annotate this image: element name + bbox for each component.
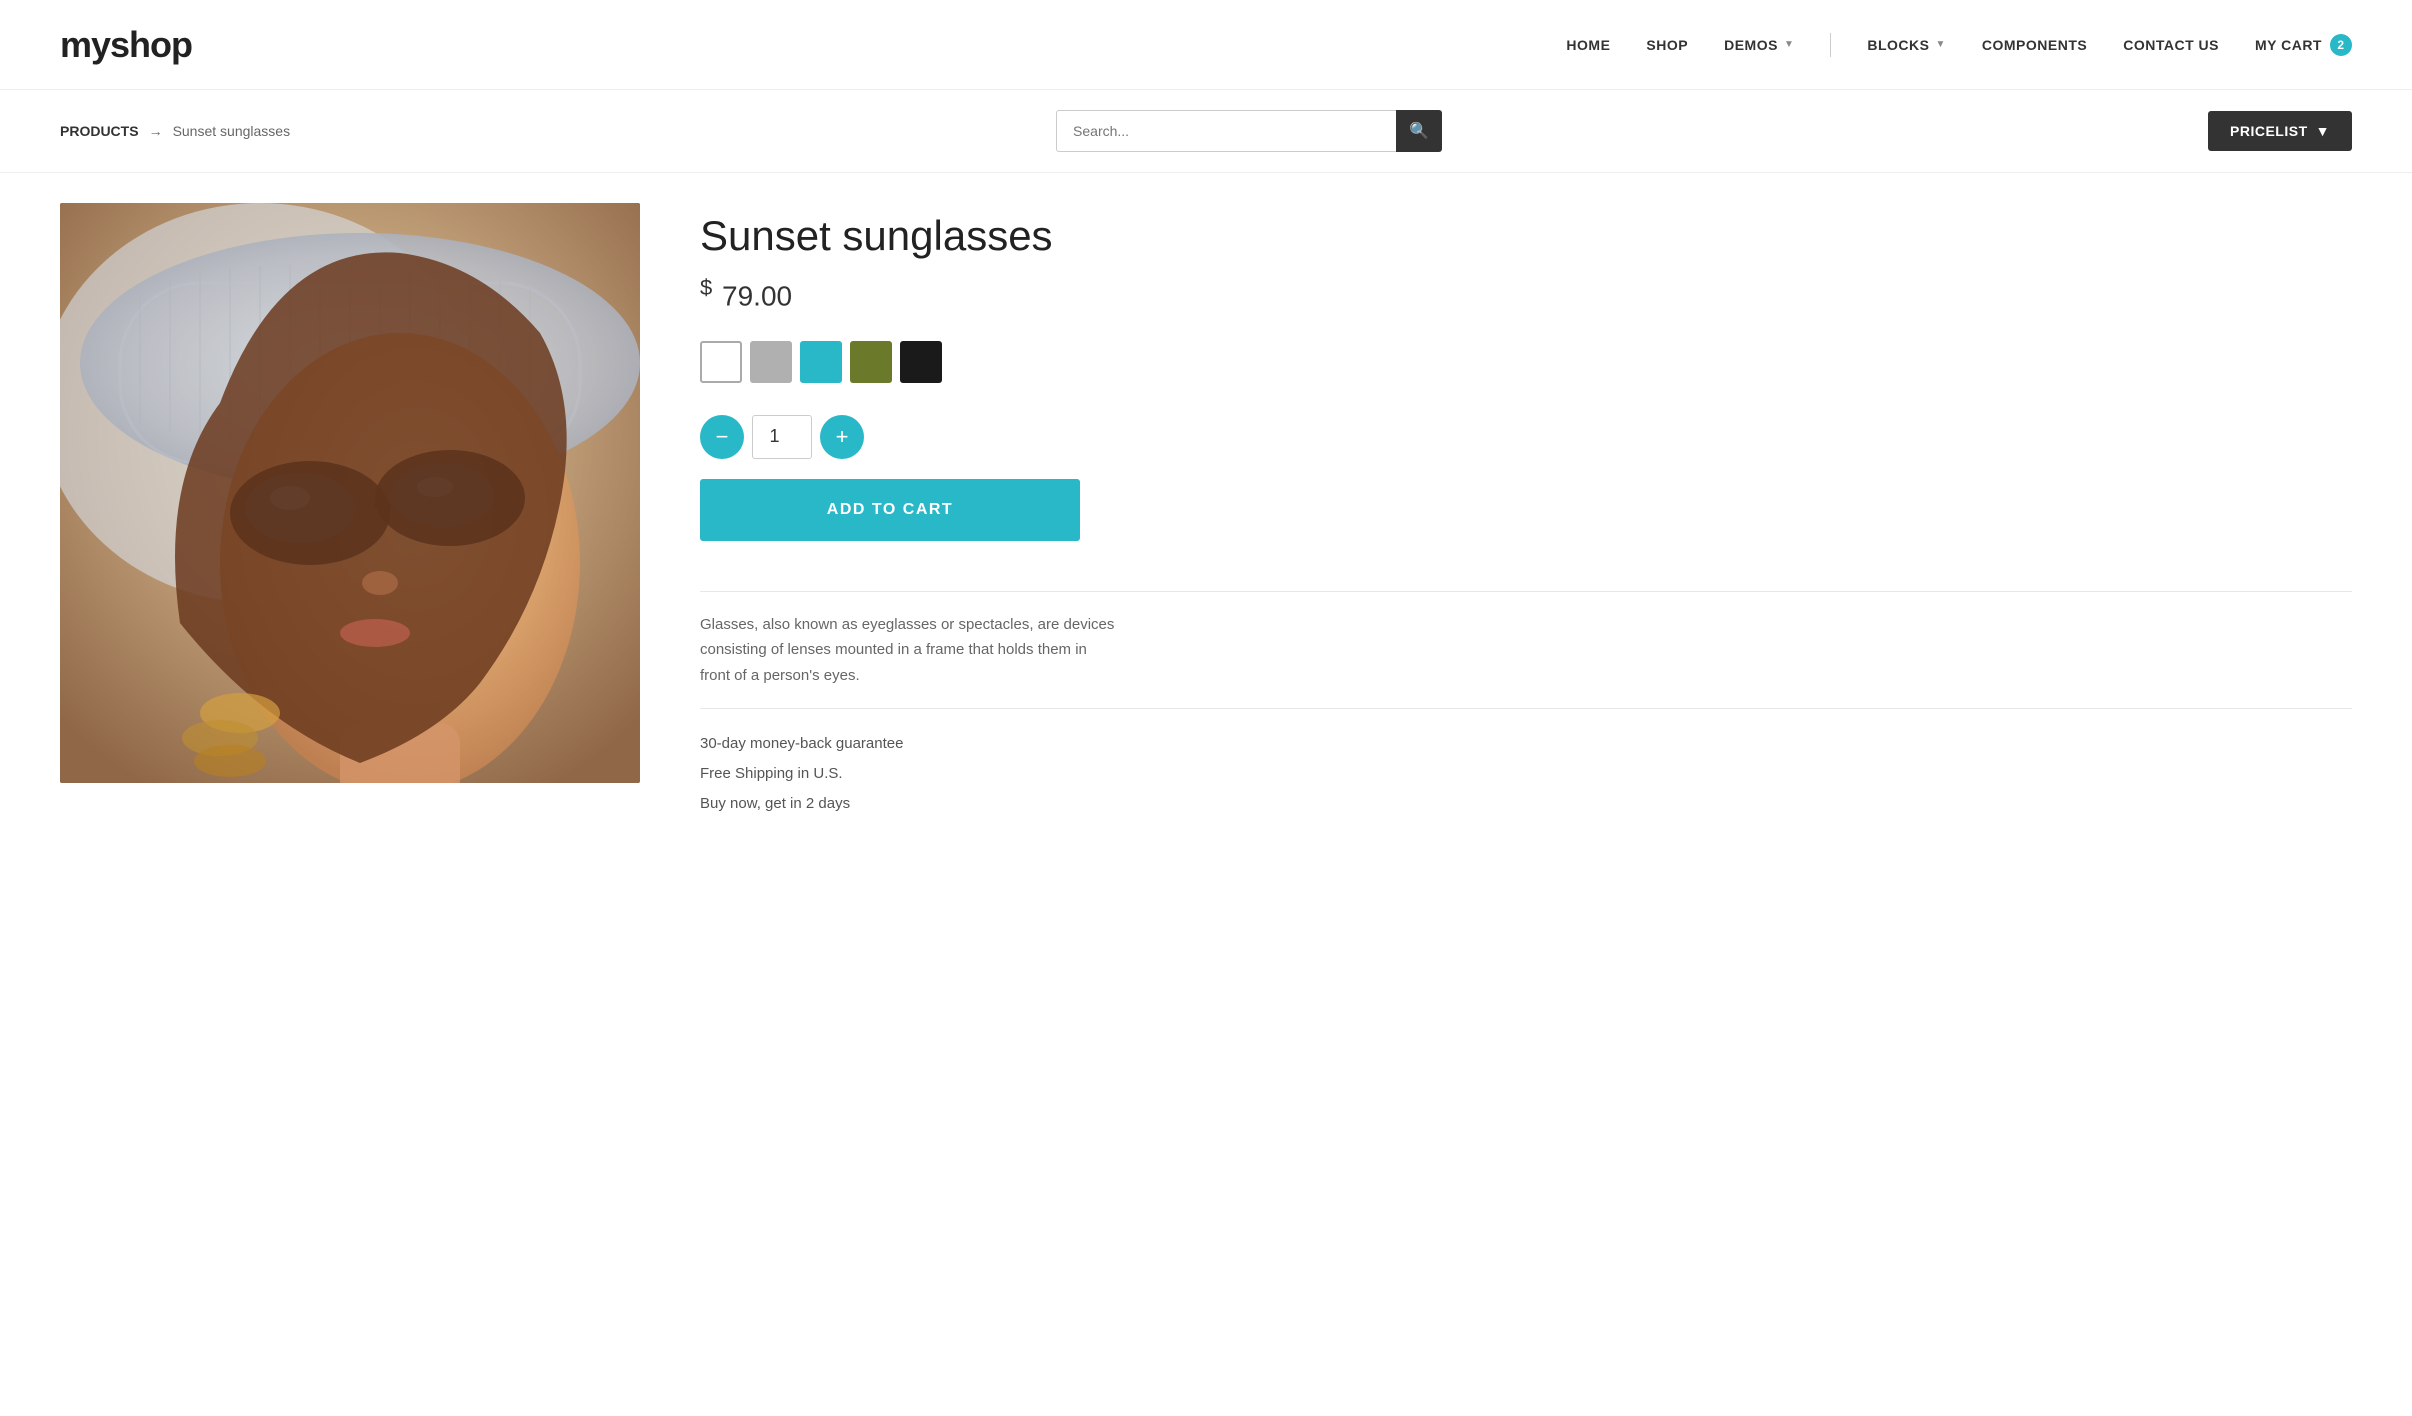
nav-cart[interactable]: MY CART 2 — [2255, 34, 2352, 56]
product-divider-1 — [700, 591, 2352, 592]
breadcrumb-arrow: → — [149, 123, 163, 139]
plus-icon: + — [836, 424, 849, 450]
nav-item-contact[interactable]: CONTACT US — [2123, 37, 2219, 53]
nav-item-components[interactable]: COMPONENTS — [1982, 37, 2087, 53]
swatch-teal[interactable] — [800, 341, 842, 383]
product-features: 30-day money-back guarantee Free Shippin… — [700, 729, 2352, 819]
product-price: $ 79.00 — [700, 275, 2352, 312]
main-nav: HOME SHOP DEMOS ▼ BLOCKS ▼ COMPONENTS CO… — [1566, 33, 2352, 57]
quantity-input[interactable] — [752, 415, 812, 459]
swatch-black[interactable] — [900, 341, 942, 383]
feature-3: Buy now, get in 2 days — [700, 789, 2352, 819]
cart-count: 2 — [2330, 34, 2352, 56]
minus-icon: − — [716, 424, 729, 450]
nav-item-demos[interactable]: DEMOS ▼ — [1724, 37, 1794, 53]
color-swatches — [700, 341, 2352, 383]
nav-divider-1 — [1830, 33, 1831, 57]
nav-item-shop[interactable]: SHOP — [1646, 37, 1688, 53]
pricelist-dropdown-icon: ▼ — [2316, 123, 2330, 139]
product-description: Glasses, also known as eyeglasses or spe… — [700, 612, 1120, 689]
product-divider-2 — [700, 708, 2352, 709]
product-image-svg — [60, 203, 640, 783]
swatch-white[interactable] — [700, 341, 742, 383]
toolbar: PRODUCTS → Sunset sunglasses 🔍 PRICELIST… — [0, 90, 2412, 173]
product-image — [60, 203, 640, 783]
price-value: 79.00 — [722, 281, 792, 312]
product-details: Sunset sunglasses $ 79.00 − + ADD TO CAR… — [700, 203, 2352, 819]
blocks-dropdown-icon: ▼ — [1935, 39, 1945, 50]
swatch-gray[interactable] — [750, 341, 792, 383]
demos-dropdown-icon: ▼ — [1784, 39, 1794, 50]
search-button[interactable]: 🔍 — [1396, 110, 1442, 152]
search-input[interactable] — [1056, 110, 1396, 152]
main-content: Sunset sunglasses $ 79.00 − + ADD TO CAR… — [0, 173, 2412, 849]
cart-label: MY CART — [2255, 37, 2322, 53]
breadcrumb: PRODUCTS → Sunset sunglasses — [60, 123, 290, 139]
price-symbol: $ — [700, 275, 712, 300]
quantity-increase-button[interactable]: + — [820, 415, 864, 459]
add-to-cart-button[interactable]: ADD TO CART — [700, 479, 1080, 541]
nav-item-blocks[interactable]: BLOCKS ▼ — [1867, 37, 1946, 53]
logo[interactable]: myshop — [60, 24, 192, 66]
swatch-olive[interactable] — [850, 341, 892, 383]
pricelist-button[interactable]: PRICELIST ▼ — [2208, 111, 2352, 151]
search-icon: 🔍 — [1409, 121, 1429, 141]
logo-shop: shop — [110, 24, 192, 65]
quantity-decrease-button[interactable]: − — [700, 415, 744, 459]
nav-item-home[interactable]: HOME — [1566, 37, 1610, 53]
feature-1: 30-day money-back guarantee — [700, 729, 2352, 759]
product-title: Sunset sunglasses — [700, 213, 2352, 259]
search-container: 🔍 — [1056, 110, 1442, 152]
logo-my: my — [60, 24, 110, 65]
quantity-row: − + — [700, 415, 2352, 459]
breadcrumb-current: Sunset sunglasses — [173, 123, 291, 139]
pricelist-label: PRICELIST — [2230, 123, 2308, 139]
feature-2: Free Shipping in U.S. — [700, 759, 2352, 789]
product-image-container — [60, 203, 640, 819]
breadcrumb-products[interactable]: PRODUCTS — [60, 123, 139, 139]
header: myshop HOME SHOP DEMOS ▼ BLOCKS ▼ COMPON… — [0, 0, 2412, 90]
